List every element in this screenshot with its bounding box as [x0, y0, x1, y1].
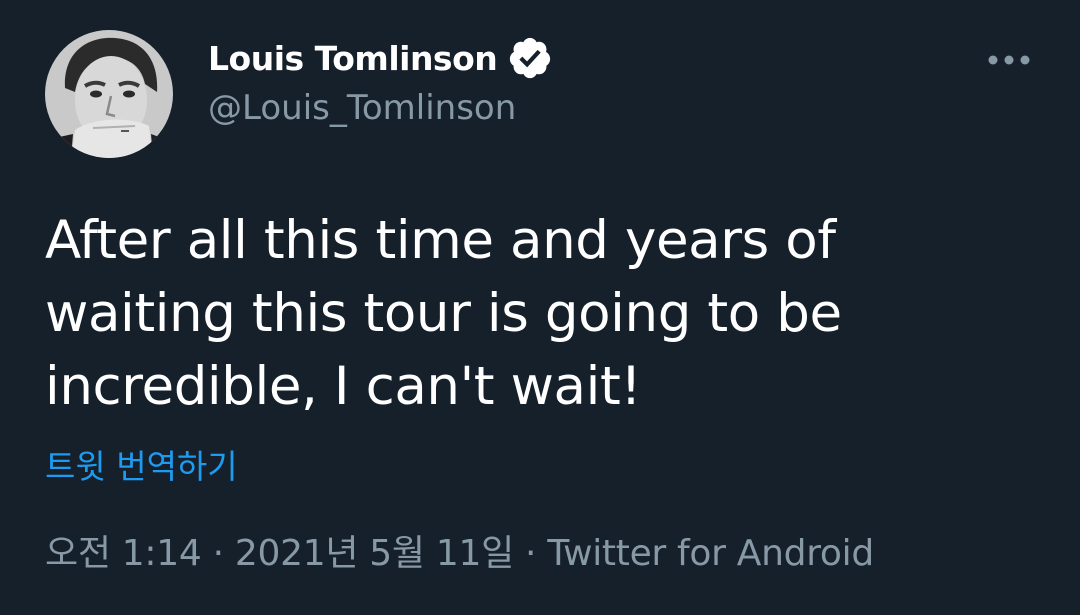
tweet-text: After all this time and years of waiting… [45, 204, 1005, 423]
tweet-text-line: After all this time and years of [45, 210, 836, 271]
tweet-text-line: waiting this tour is going to be [45, 283, 842, 344]
more-horizontal-icon [988, 55, 1030, 65]
more-options-button[interactable] [984, 40, 1034, 80]
verified-badge-icon [510, 37, 551, 79]
user-avatar-icon [45, 30, 173, 158]
avatar[interactable] [45, 30, 173, 158]
tweet-date[interactable]: 2021년 5월 11일 [235, 533, 514, 574]
tweet-text-line: incredible, I can't wait! [45, 356, 642, 417]
tweet-time[interactable]: 오전 1:14 [45, 533, 202, 574]
tweet-metadata: 오전 1:14 · 2021년 5월 11일 · Twitter for And… [45, 524, 874, 576]
author-handle[interactable]: @Louis_Tomlinson [208, 88, 516, 128]
author-display-name[interactable]: Louis Tomlinson [208, 39, 498, 78]
meta-separator: · [212, 533, 224, 574]
meta-separator: · [525, 533, 537, 574]
translate-tweet-link[interactable]: 트윗 번역하기 [45, 440, 238, 488]
author-name-row[interactable]: Louis Tomlinson [208, 32, 553, 84]
tweet-source[interactable]: Twitter for Android [547, 533, 874, 574]
tweet-detail: Louis Tomlinson @Louis_Tomlinson After a… [0, 0, 1080, 615]
